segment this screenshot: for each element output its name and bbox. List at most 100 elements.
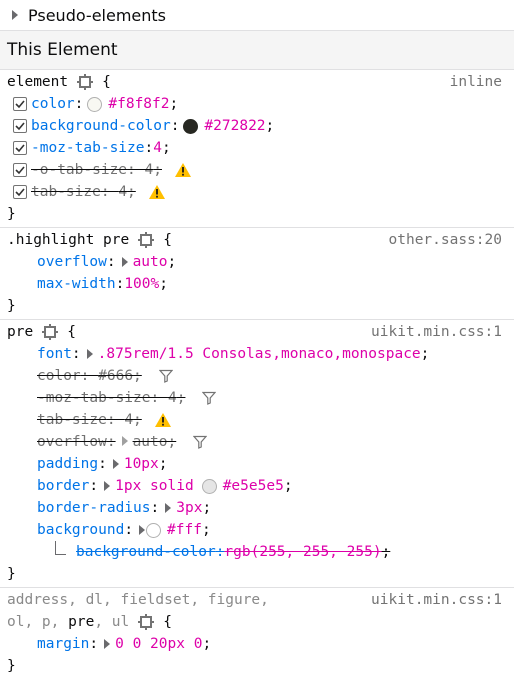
property-value[interactable]: #272822: [204, 115, 265, 137]
property-value[interactable]: auto: [133, 434, 168, 450]
property-name[interactable]: -o-tab-size: [31, 162, 127, 178]
close-brace: }: [7, 566, 16, 582]
property-name[interactable]: tab-size: [37, 412, 107, 428]
rule-source[interactable]: uikit.min.css:1: [371, 321, 502, 343]
property-name[interactable]: overflow: [37, 434, 107, 450]
expand-triangle-icon[interactable]: [112, 459, 119, 469]
property-name[interactable]: background-color: [76, 541, 216, 563]
rule-selector[interactable]: pre: [7, 321, 33, 343]
declaration-invalid: -o-tab-size: 4;: [0, 159, 514, 181]
expand-triangle-icon[interactable]: [165, 503, 172, 513]
rule-close-line: }: [0, 655, 514, 677]
check-icon: [15, 100, 25, 109]
rule-source[interactable]: inline: [450, 71, 502, 93]
property-name[interactable]: border: [37, 475, 89, 497]
declaration: max-width: 100%;: [0, 273, 514, 295]
sub-declaration-overridden: background-color: rgb(255, 255, 255);: [0, 541, 514, 563]
rule-selector-line: .highlight pre { other.sass:20: [0, 229, 514, 251]
rule-pre: pre { uikit.min.css:1 font: .875rem/1.5 C…: [0, 320, 514, 588]
property-value[interactable]: 4: [145, 162, 154, 178]
open-brace: {: [163, 614, 172, 630]
property-value[interactable]: rgb(255, 255, 255): [224, 541, 381, 563]
color-swatch-icon[interactable]: [87, 96, 103, 112]
expand-triangle-icon[interactable]: [86, 349, 93, 359]
warning-icon[interactable]: [174, 162, 192, 178]
declaration-checkbox[interactable]: [13, 141, 27, 155]
declaration-overridden: overflow: auto;: [0, 431, 514, 453]
expand-triangle-icon[interactable]: [139, 525, 146, 535]
property-value[interactable]: 4: [153, 137, 162, 159]
property-value[interactable]: auto: [133, 251, 168, 273]
rule-selector-part[interactable]: ol, p,: [7, 611, 68, 633]
rule-selector[interactable]: address, dl, fieldset, figure,: [7, 589, 269, 611]
property-name[interactable]: background: [37, 519, 124, 541]
declaration-checkbox[interactable]: [13, 97, 27, 111]
property-name[interactable]: font: [37, 343, 72, 365]
node-highlighter-icon[interactable]: [138, 614, 155, 630]
property-name[interactable]: margin: [37, 633, 89, 655]
rule-close-line: }: [0, 295, 514, 317]
color-swatch-icon[interactable]: [146, 522, 162, 538]
property-name[interactable]: background-color: [31, 115, 171, 137]
property-name[interactable]: overflow: [37, 251, 107, 273]
expand-triangle-icon[interactable]: [104, 639, 111, 649]
property-value[interactable]: 1px solid: [115, 475, 194, 497]
property-value[interactable]: #f8f8f2: [108, 93, 169, 115]
property-value[interactable]: .875rem/1.5 Consolas,monaco,monospace: [98, 343, 421, 365]
property-value[interactable]: 0 0 20px 0: [115, 633, 202, 655]
filter-icon[interactable]: [202, 391, 217, 405]
check-icon: [15, 188, 25, 197]
property-name[interactable]: max-width: [37, 273, 116, 295]
declaration-checkbox[interactable]: [13, 119, 27, 133]
rule-selector[interactable]: .highlight pre: [7, 229, 129, 251]
node-highlighter-icon[interactable]: [77, 74, 94, 90]
rule-source[interactable]: uikit.min.css:1: [371, 589, 502, 611]
expand-triangle-icon[interactable]: [121, 436, 128, 446]
property-value[interactable]: 3px: [176, 497, 202, 519]
check-icon: [15, 144, 25, 153]
expand-triangle-icon[interactable]: [121, 257, 128, 267]
rule-selector-match[interactable]: pre: [68, 611, 94, 633]
expand-triangle-icon[interactable]: [104, 481, 111, 491]
property-name[interactable]: border-radius: [37, 497, 151, 519]
property-name[interactable]: color: [37, 368, 81, 384]
property-value[interactable]: 4: [168, 390, 177, 406]
declaration-checkbox[interactable]: [13, 163, 27, 177]
rule-highlight-pre: .highlight pre { other.sass:20 overflow:…: [0, 228, 514, 320]
property-value[interactable]: 10px: [124, 453, 159, 475]
pseudo-elements-toggle[interactable]: Pseudo-elements: [0, 0, 514, 31]
property-value-color[interactable]: #e5e5e5: [223, 475, 284, 497]
declaration-checkbox[interactable]: [13, 185, 27, 199]
warning-icon[interactable]: [154, 412, 172, 428]
property-value[interactable]: 4: [124, 412, 133, 428]
rule-selector-part[interactable]: , ul: [94, 611, 129, 633]
warning-icon[interactable]: [148, 184, 166, 200]
rule-selector[interactable]: element: [7, 71, 68, 93]
property-name[interactable]: -moz-tab-size: [37, 390, 151, 406]
property-value[interactable]: 4: [118, 184, 127, 200]
rule-close-line: }: [0, 563, 514, 585]
property-name[interactable]: padding: [37, 453, 98, 475]
node-highlighter-icon[interactable]: [138, 232, 155, 248]
filter-icon[interactable]: [158, 369, 173, 383]
declaration: border:1px solid #e5e5e5;: [0, 475, 514, 497]
property-name[interactable]: tab-size: [31, 184, 101, 200]
color-swatch-icon[interactable]: [201, 478, 217, 494]
section-header: This Element: [0, 31, 514, 70]
declaration-overridden: color: #666;: [0, 365, 514, 387]
rule-source[interactable]: other.sass:20: [389, 229, 503, 251]
open-brace: {: [67, 324, 76, 340]
property-value[interactable]: #666: [98, 368, 133, 384]
filter-icon[interactable]: [193, 435, 208, 449]
declaration: color: #f8f8f2;: [0, 93, 514, 115]
color-swatch-icon[interactable]: [183, 118, 199, 134]
pseudo-elements-label: Pseudo-elements: [28, 5, 167, 25]
property-name[interactable]: -moz-tab-size: [31, 137, 145, 159]
property-name[interactable]: color: [31, 93, 75, 115]
declaration-overridden: -moz-tab-size: 4;: [0, 387, 514, 409]
property-value[interactable]: #fff: [167, 519, 202, 541]
node-highlighter-icon[interactable]: [42, 324, 59, 340]
property-value[interactable]: 100%: [124, 273, 159, 295]
declaration-invalid: tab-size: 4;: [0, 181, 514, 203]
declaration: border-radius:3px;: [0, 497, 514, 519]
